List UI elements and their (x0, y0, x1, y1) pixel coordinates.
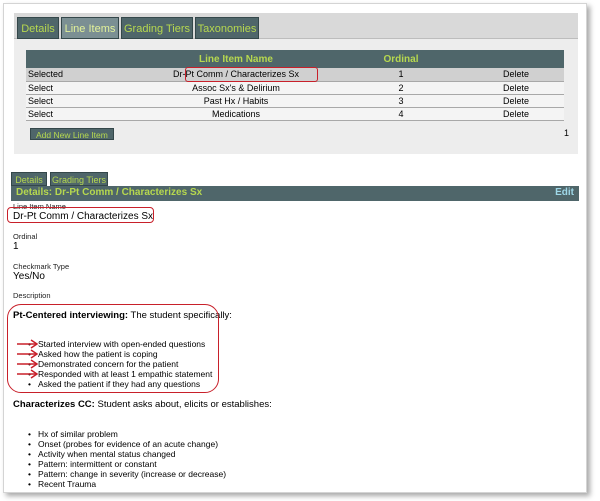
column-header-name: Line Item Name (151, 50, 321, 68)
ordinal-label: Ordinal (13, 232, 38, 241)
list-item: Activity when mental status changed (28, 449, 226, 459)
details-header: Details: Dr-Pt Comm / Characterizes Sx E… (11, 186, 579, 201)
row-select-link[interactable]: Selected (26, 68, 151, 82)
line-items-table: Line Item Name Ordinal Selected Dr-Pt Co… (26, 50, 564, 121)
ordinal-value: 1 (13, 241, 19, 252)
list-item: Pattern: intermittent or constant (28, 459, 226, 469)
row-name: Assoc Sx's & Delirium (151, 81, 321, 95)
row-name: Past Hx / Habits (151, 94, 321, 108)
highlight-name-value (7, 207, 154, 223)
row-ordinal: 1 (321, 68, 481, 82)
list-item: Hx of similar problem (28, 429, 226, 439)
description-label: Description (13, 291, 51, 300)
tab-line-items[interactable]: Line Items (61, 17, 119, 39)
row-delete-link[interactable]: Delete (481, 107, 564, 121)
table-row[interactable]: Select Past Hx / Habits 3 Delete (26, 94, 564, 108)
column-header-delete (481, 50, 564, 68)
row-select-link[interactable]: Select (26, 94, 151, 108)
highlight-pt-centered-section (7, 304, 219, 393)
table-row[interactable]: Select Assoc Sx's & Delirium 2 Delete (26, 81, 564, 95)
detail-tab-details[interactable]: Details (11, 172, 47, 186)
section-heading-bold: Characterizes CC: (13, 399, 95, 410)
table-row[interactable]: Select Medications 4 Delete (26, 107, 564, 121)
top-tab-bar: Details Line Items Grading Tiers Taxonom… (14, 13, 578, 39)
list-item: Recent Trauma (28, 479, 226, 489)
section-heading-text: Student asks about, elicits or establish… (94, 399, 272, 410)
details-title: Details: Dr-Pt Comm / Characterizes Sx (16, 187, 203, 198)
line-items-panel: Line Item Name Ordinal Selected Dr-Pt Co… (14, 39, 578, 154)
tab-taxonomies[interactable]: Taxonomies (195, 17, 259, 39)
column-header-ordinal: Ordinal (321, 50, 481, 68)
row-name: Medications (151, 107, 321, 121)
row-delete-link[interactable]: Delete (481, 94, 564, 108)
section-heading-characterizes: Characterizes CC: Student asks about, el… (13, 399, 272, 410)
list-item: Onset (probes for evidence of an acute c… (28, 439, 226, 449)
screenshot-frame: Details Line Items Grading Tiers Taxonom… (3, 3, 587, 493)
characterizes-list: Hx of similar problem Onset (probes for … (28, 429, 226, 489)
add-line-item-button[interactable]: Add New Line Item (30, 128, 114, 140)
pagination-page[interactable]: 1 (564, 128, 569, 138)
row-ordinal: 2 (321, 81, 481, 95)
checkmark-type-label: Checkmark Type (13, 262, 70, 271)
detail-tab-grading-tiers[interactable]: Grading Tiers (50, 172, 108, 186)
checkmark-type-value: Yes/No (13, 271, 45, 282)
row-select-link[interactable]: Select (26, 107, 151, 121)
row-delete-link[interactable]: Delete (481, 81, 564, 95)
row-select-link[interactable]: Select (26, 81, 151, 95)
tab-grading-tiers[interactable]: Grading Tiers (121, 17, 193, 39)
tab-details[interactable]: Details (17, 17, 59, 39)
edit-link[interactable]: Edit (555, 187, 574, 198)
row-delete-link[interactable]: Delete (481, 68, 564, 82)
row-ordinal: 4 (321, 107, 481, 121)
list-item: Pattern: change in severity (increase or… (28, 469, 226, 479)
highlight-selected-row (185, 67, 318, 82)
column-header-select (26, 50, 151, 68)
row-ordinal: 3 (321, 94, 481, 108)
